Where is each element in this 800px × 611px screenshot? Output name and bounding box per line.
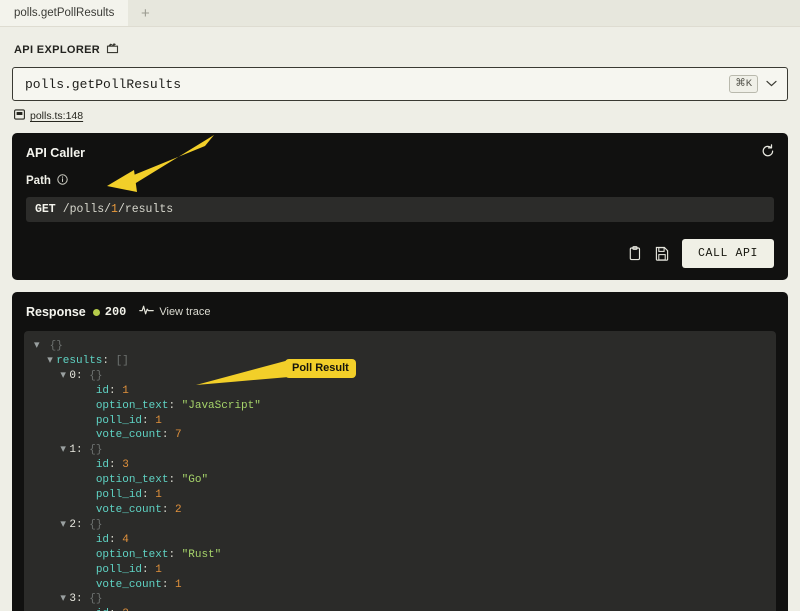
callout-poll-result-label: Poll Result bbox=[292, 362, 349, 374]
path-suffix: /results bbox=[117, 203, 174, 216]
json-string: "Go" bbox=[181, 474, 209, 487]
reset-icon[interactable] bbox=[761, 144, 775, 158]
info-icon[interactable] bbox=[57, 172, 68, 190]
json-number: 1 bbox=[155, 489, 162, 502]
page-title: API EXPLORER bbox=[14, 44, 101, 56]
json-line: poll_id: 1 bbox=[95, 414, 162, 427]
json-line: ▾ {} bbox=[34, 339, 766, 354]
tab-bar-empty-area: + bbox=[128, 0, 800, 26]
json-key: vote_count bbox=[95, 503, 162, 516]
path-label-row: Path bbox=[26, 172, 774, 190]
json-line: ▾ results: [] bbox=[47, 354, 129, 369]
json-string: "Rust" bbox=[181, 548, 222, 561]
json-line: id: 1 bbox=[95, 384, 129, 397]
response-title: Response bbox=[26, 305, 86, 319]
json-number: 1 bbox=[175, 578, 182, 591]
json-key: vote_count bbox=[95, 429, 162, 442]
chevron-down-icon[interactable] bbox=[766, 79, 779, 90]
json-bracket: {} bbox=[89, 444, 103, 457]
json-number: 3 bbox=[122, 459, 129, 472]
json-string: "JavaScript" bbox=[181, 399, 261, 412]
json-key: results bbox=[56, 354, 103, 367]
save-icon[interactable] bbox=[655, 246, 669, 261]
callout-poll-result: Poll Result bbox=[285, 359, 356, 378]
json-line: vote_count: 1 bbox=[95, 578, 182, 591]
status-badge: 200 bbox=[92, 305, 127, 319]
json-key: poll_id bbox=[95, 414, 143, 427]
status-dot-icon bbox=[92, 308, 100, 316]
http-method: GET bbox=[35, 203, 56, 216]
json-key: id bbox=[95, 459, 110, 472]
activity-icon bbox=[139, 303, 155, 321]
view-trace-button[interactable]: View trace bbox=[139, 303, 211, 321]
json-line: id: 2 bbox=[34, 607, 766, 611]
app-root: polls.getPollResults + API EXPLORER poll… bbox=[0, 0, 800, 611]
plus-icon: + bbox=[140, 4, 150, 22]
source-location-row: polls.ts:148 bbox=[0, 101, 800, 133]
json-key: poll_id bbox=[95, 563, 143, 576]
api-selector-field[interactable]: polls.getPollResults ⌘K bbox=[12, 67, 788, 101]
json-key: id bbox=[95, 533, 110, 546]
api-explorer-header: API EXPLORER bbox=[0, 27, 800, 67]
json-number: 1 bbox=[155, 563, 162, 576]
json-number: 7 bbox=[175, 429, 182, 442]
api-caller-actions: CALL API bbox=[26, 239, 774, 268]
json-line: option_text: "Rust" bbox=[95, 548, 222, 561]
api-caller-title: API Caller bbox=[26, 146, 86, 160]
file-code-icon bbox=[14, 107, 25, 125]
view-trace-label: View trace bbox=[159, 306, 211, 318]
json-key: option_text bbox=[95, 474, 169, 487]
json-key: option_text bbox=[95, 548, 169, 561]
response-json-viewer[interactable]: ▾ {} ▾ results: [] ▾ 0: {} id: 1 option_te… bbox=[24, 331, 776, 611]
json-line: poll_id: 1 bbox=[95, 563, 162, 576]
json-bracket: {} bbox=[49, 340, 63, 352]
json-line: option_text: "Go" bbox=[95, 474, 209, 487]
json-number: 1 bbox=[155, 414, 162, 427]
api-caller-panel: API Caller Path GET /polls/1/results CAL… bbox=[12, 133, 788, 280]
json-bracket: [] bbox=[115, 354, 129, 367]
json-key: vote_count bbox=[95, 578, 162, 591]
json-key: id bbox=[95, 384, 110, 397]
api-selector-value: polls.getPollResults bbox=[25, 76, 182, 92]
clapperboard-icon bbox=[106, 41, 119, 59]
tab-bar: polls.getPollResults + bbox=[0, 0, 800, 27]
new-tab-button[interactable]: + bbox=[128, 0, 162, 26]
json-key: option_text bbox=[95, 399, 169, 412]
json-number: 4 bbox=[122, 533, 129, 546]
json-disclosure-caret[interactable]: ▾ bbox=[34, 339, 43, 354]
path-prefix: /polls/ bbox=[62, 203, 112, 216]
json-line: poll_id: 1 bbox=[95, 489, 162, 502]
path-value: /polls/1/results bbox=[63, 203, 173, 216]
clipboard-icon[interactable] bbox=[628, 246, 642, 261]
json-disclosure-caret[interactable]: ▾ bbox=[47, 354, 56, 369]
path-input[interactable]: GET /polls/1/results bbox=[26, 197, 774, 222]
json-bracket: {} bbox=[89, 518, 103, 531]
path-label: Path bbox=[26, 175, 51, 187]
response-panel: Response 200 View trace ▾ {} ▾ results: [… bbox=[12, 292, 788, 611]
json-number: 1 bbox=[122, 384, 129, 397]
keyboard-shortcut-badge: ⌘K bbox=[729, 75, 758, 93]
call-api-button[interactable]: CALL API bbox=[681, 239, 774, 268]
json-line: ▾ 2: {} bbox=[60, 518, 103, 531]
response-header: Response 200 View trace bbox=[24, 303, 776, 331]
json-line: vote_count: 7 bbox=[95, 429, 182, 442]
json-line: id: 3 bbox=[95, 459, 129, 472]
tab-label: polls.getPollResults bbox=[14, 7, 115, 19]
source-file-link[interactable]: polls.ts:148 bbox=[30, 110, 83, 122]
path-param: 1 bbox=[111, 203, 118, 216]
json-line: ▾ 3: {} bbox=[60, 593, 103, 606]
json-line: ▾ 0: {} bbox=[60, 369, 103, 382]
json-bracket: {} bbox=[89, 593, 103, 606]
json-line: ▾ 1: {} bbox=[60, 444, 103, 457]
json-line: option_text: "JavaScript" bbox=[95, 399, 261, 412]
json-bracket: {} bbox=[89, 369, 103, 382]
tab-polls-getpollresults[interactable]: polls.getPollResults bbox=[0, 0, 129, 26]
json-line: id: 4 bbox=[95, 533, 129, 546]
status-code: 200 bbox=[104, 305, 127, 319]
json-key: poll_id bbox=[95, 489, 143, 502]
json-number: 2 bbox=[175, 503, 182, 516]
json-line: vote_count: 2 bbox=[95, 503, 182, 516]
